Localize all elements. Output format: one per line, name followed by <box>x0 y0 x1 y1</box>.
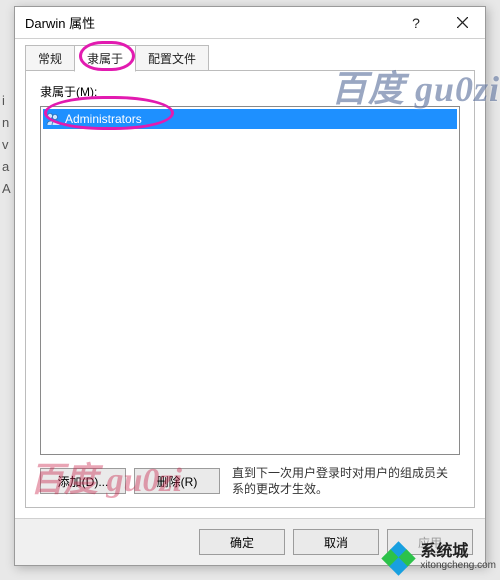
dialog-button-row: 确定 取消 应用 <box>15 518 485 565</box>
memberof-panel: 隶属于(M): Administrators 添加(D)... <box>25 71 475 508</box>
add-button[interactable]: 添加(D)... <box>40 468 126 494</box>
hint-line: 系的更改才生效。 <box>232 482 328 496</box>
help-icon: ? <box>412 15 420 31</box>
tab-strip: 常规 隶属于 配置文件 <box>25 45 475 71</box>
ok-button[interactable]: 确定 <box>199 529 285 555</box>
dialog-content: 常规 隶属于 配置文件 隶属于(M): Administr <box>15 39 485 518</box>
hint-line: 直到下一次用户登录时对用户的组成员关 <box>232 466 448 480</box>
titlebar: Darwin 属性 ? <box>15 7 485 39</box>
bg-fragment: A <box>2 178 11 200</box>
group-icon <box>45 111 61 127</box>
groups-listbox[interactable]: Administrators <box>40 106 460 455</box>
close-button[interactable] <box>439 8 485 38</box>
properties-dialog: Darwin 属性 ? 常规 隶属于 配置文件 隶属于(M): <box>14 6 486 566</box>
close-icon <box>457 17 468 28</box>
memberof-label: 隶属于(M): <box>40 83 460 100</box>
bg-fragment: v <box>2 134 9 156</box>
tab-memberof[interactable]: 隶属于 <box>74 45 136 72</box>
list-item-label: Administrators <box>65 112 142 126</box>
window-title: Darwin 属性 <box>25 13 393 32</box>
tab-general[interactable]: 常规 <box>25 45 75 71</box>
panel-button-row: 添加(D)... 删除(R) 直到下一次用户登录时对用户的组成员关 系的更改才生… <box>40 465 460 497</box>
help-button[interactable]: ? <box>393 8 439 38</box>
apply-button[interactable]: 应用 <box>387 529 473 555</box>
list-item[interactable]: Administrators <box>43 109 457 129</box>
hint-text: 直到下一次用户登录时对用户的组成员关 系的更改才生效。 <box>228 465 460 497</box>
tab-profile[interactable]: 配置文件 <box>135 45 209 71</box>
remove-button[interactable]: 删除(R) <box>134 468 220 494</box>
bg-fragment: n <box>2 112 9 134</box>
bg-fragment: a <box>2 156 9 178</box>
bg-fragment: i <box>2 90 5 112</box>
cancel-button[interactable]: 取消 <box>293 529 379 555</box>
